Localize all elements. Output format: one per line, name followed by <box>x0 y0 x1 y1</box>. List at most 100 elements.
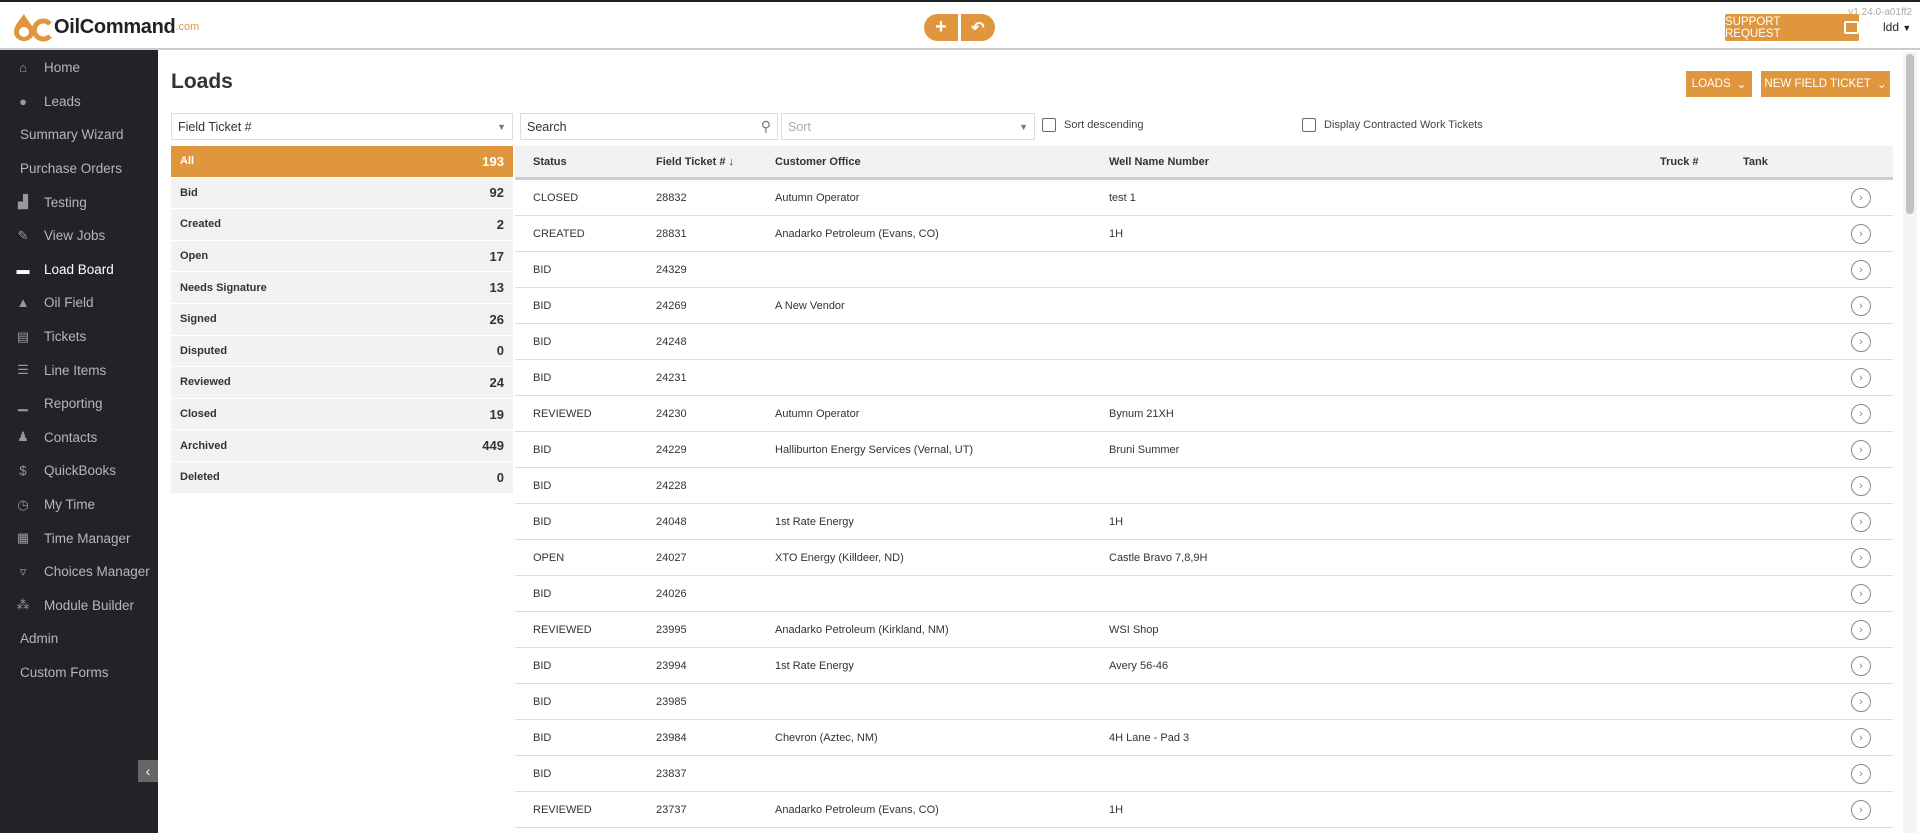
table-row[interactable]: BID 24269 A New Vendor › <box>515 288 1893 324</box>
open-row-chevron-icon[interactable]: › <box>1851 511 1871 532</box>
add-button[interactable]: + <box>924 14 958 41</box>
sidebar-item-label: Tickets <box>44 329 87 345</box>
sidebar-item-choices-manager[interactable]: ▿ Choices Manager <box>0 555 158 589</box>
home-icon: ⌂ <box>19 60 27 76</box>
sidebar-item-label: View Jobs <box>44 228 106 244</box>
table-row[interactable]: REVIEWED 24230 Autumn Operator Bynum 21XH › <box>515 396 1893 432</box>
chart-icon: ▁ <box>18 395 28 411</box>
sidebar-item-contacts[interactable]: ♟ Contacts <box>0 421 158 455</box>
status-filter-needs-signature[interactable]: Needs Signature 13 <box>171 272 513 304</box>
customer-office-cell: Anadarko Petroleum (Kirkland, NM) <box>775 623 949 636</box>
support-request-button[interactable]: SUPPORT REQUEST <box>1725 14 1859 41</box>
status-filter-closed[interactable]: Closed 19 <box>171 398 513 431</box>
sidebar-item-time-manager[interactable]: ▦ Time Manager <box>0 521 158 555</box>
open-row-chevron-icon[interactable]: › <box>1851 763 1871 784</box>
table-row[interactable]: BID 24228 › <box>515 468 1893 504</box>
status-cell: BID <box>533 659 552 672</box>
table-row[interactable]: BID 24248 › <box>515 324 1893 360</box>
sort-select[interactable]: Sort ▼ <box>781 113 1035 140</box>
status-cell: BID <box>533 335 552 348</box>
table-row[interactable]: OPEN 24027 XTO Energy (Killdeer, ND) Castle… <box>515 540 1893 576</box>
user-menu[interactable]: ldd ▼ <box>1883 20 1911 34</box>
column-header[interactable]: Status <box>515 156 656 168</box>
sidebar-item-load-board[interactable]: ▬ Load Board <box>0 253 158 287</box>
sidebar-item-reporting[interactable]: ▁ Reporting <box>0 387 158 421</box>
status-cell: BID <box>533 263 552 276</box>
sidebar-item-my-time[interactable]: ◷ My Time <box>0 488 158 522</box>
sidebar-item-oil-field[interactable]: ▲ Oil Field <box>0 286 158 320</box>
sidebar-item-admin[interactable]: Admin <box>0 622 158 656</box>
sidebar-item-tickets[interactable]: ▤ Tickets <box>0 320 158 354</box>
column-header[interactable]: Well Name Number <box>1109 156 1660 168</box>
open-row-chevron-icon[interactable]: › <box>1851 691 1871 712</box>
collapse-sidebar-button[interactable]: ‹ <box>138 760 158 782</box>
table-row[interactable]: BID 23984 Chevron (Aztec, NM) 4H Lane - Pad… <box>515 720 1893 756</box>
open-row-chevron-icon[interactable]: › <box>1851 583 1871 604</box>
table-row[interactable]: CREATED 28831 Anadarko Petroleum (Evans, C… <box>515 216 1893 252</box>
sidebar-item-line-items[interactable]: ☰ Line Items <box>0 353 158 387</box>
new-field-ticket-button[interactable]: NEW FIELD TICKET ⌄ <box>1761 71 1890 97</box>
open-row-chevron-icon[interactable]: › <box>1851 655 1871 676</box>
status-filter-open[interactable]: Open 17 <box>171 240 513 273</box>
open-row-chevron-icon[interactable]: › <box>1851 799 1871 820</box>
table-row[interactable]: BID 23837 › <box>515 756 1893 792</box>
status-filter-bid[interactable]: Bid 92 <box>171 177 513 210</box>
status-filter-reviewed[interactable]: Reviewed 24 <box>171 367 513 399</box>
status-filter-all[interactable]: All 193 <box>171 146 513 178</box>
status-filter-created[interactable]: Created 2 <box>171 209 513 241</box>
sidebar-item-summary-wizard[interactable]: Summary Wizard <box>0 118 158 152</box>
sort-descending-checkbox[interactable]: Sort descending <box>1042 118 1144 132</box>
sidebar-item-quickbooks[interactable]: $ QuickBooks <box>0 454 158 488</box>
column-header[interactable]: Tank <box>1743 156 1833 168</box>
table-row[interactable]: BID 24231 › <box>515 360 1893 396</box>
sidebar-item-testing[interactable]: ▟ Testing <box>0 185 158 219</box>
column-header[interactable]: Field Ticket # ↓ <box>656 156 775 168</box>
field-ticket-cell: 23985 <box>656 695 687 708</box>
status-filter-disputed[interactable]: Disputed 0 <box>171 335 513 368</box>
open-row-chevron-icon[interactable]: › <box>1851 331 1871 352</box>
sidebar-item-custom-forms[interactable]: Custom Forms <box>0 656 158 690</box>
sidebar-item-module-builder[interactable]: ⁂ Module Builder <box>0 589 158 623</box>
scrollbar[interactable] <box>1903 52 1917 833</box>
open-row-chevron-icon[interactable]: › <box>1851 439 1871 460</box>
display-contracted-checkbox[interactable]: Display Contracted Work Tickets <box>1302 118 1483 132</box>
table-row[interactable]: CLOSED 28832 Autumn Operator test 1 › <box>515 180 1893 216</box>
table-row[interactable]: BID 24329 › <box>515 252 1893 288</box>
status-filter-list: All 193 Bid 92 Created 2 Open 17 Needs Signature… <box>171 146 513 494</box>
scrollbar-thumb[interactable] <box>1906 54 1914 214</box>
group-by-select[interactable]: Field Ticket # ▼ <box>171 113 513 140</box>
table-row[interactable]: BID 24229 Halliburton Energy Services (Ver… <box>515 432 1893 468</box>
column-header[interactable]: Customer Office <box>775 156 1109 168</box>
table-row[interactable]: REVIEWED 23737 Anadarko Petroleum (Evans, … <box>515 792 1893 828</box>
customer-office-cell: Chevron (Aztec, NM) <box>775 731 878 744</box>
sidebar-item-leads[interactable]: ● Leads <box>0 85 158 119</box>
open-row-chevron-icon[interactable]: › <box>1851 475 1871 496</box>
open-row-chevron-icon[interactable]: › <box>1851 547 1871 568</box>
open-row-chevron-icon[interactable]: › <box>1851 727 1871 748</box>
table-row[interactable]: BID 23985 › <box>515 684 1893 720</box>
table-row[interactable]: BID 24048 1st Rate Energy 1H › <box>515 504 1893 540</box>
open-row-chevron-icon[interactable]: › <box>1851 223 1871 244</box>
open-row-chevron-icon[interactable]: › <box>1851 187 1871 208</box>
table-row[interactable]: BID 24026 › <box>515 576 1893 612</box>
status-filter-signed[interactable]: Signed 26 <box>171 303 513 336</box>
sidebar-item-label: Leads <box>44 93 81 109</box>
status-filter-archived[interactable]: Archived 449 <box>171 430 513 462</box>
column-header[interactable]: Truck # <box>1660 156 1743 168</box>
sidebar-item-view-jobs[interactable]: ✎ View Jobs <box>0 219 158 253</box>
open-row-chevron-icon[interactable]: › <box>1851 259 1871 280</box>
open-row-chevron-icon[interactable]: › <box>1851 367 1871 388</box>
search-input[interactable]: Search ⚲ <box>520 113 778 140</box>
undo-button[interactable]: ↶ <box>961 14 995 41</box>
loads-dropdown-button[interactable]: LOADS ⌄ <box>1686 71 1752 97</box>
logo[interactable]: OilCommand .com <box>12 12 199 42</box>
open-row-chevron-icon[interactable]: › <box>1851 295 1871 316</box>
sidebar-item-purchase-orders[interactable]: Purchase Orders <box>0 152 158 186</box>
sidebar-item-home[interactable]: ⌂ Home <box>0 51 158 85</box>
table-row[interactable]: BID 23994 1st Rate Energy Avery 56-46 › <box>515 648 1893 684</box>
status-filter-deleted[interactable]: Deleted 0 <box>171 461 513 494</box>
open-row-chevron-icon[interactable]: › <box>1851 403 1871 424</box>
customer-office-cell: 1st Rate Energy <box>775 659 854 672</box>
table-row[interactable]: REVIEWED 23995 Anadarko Petroleum (Kirklan… <box>515 612 1893 648</box>
open-row-chevron-icon[interactable]: › <box>1851 619 1871 640</box>
